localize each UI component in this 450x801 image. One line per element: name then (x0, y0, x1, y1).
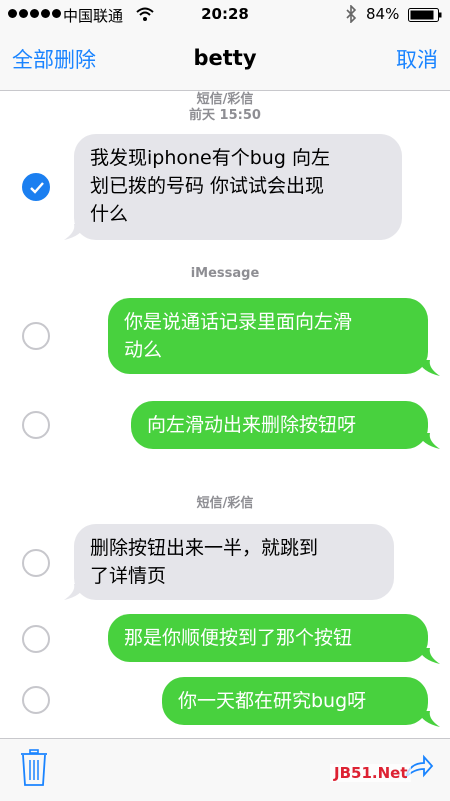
message-bubble-outgoing[interactable]: 你是说通话记录里面向左滑 动么 (108, 298, 428, 374)
message-text-line: 动么 (124, 339, 163, 361)
select-checkbox-message-4[interactable] (22, 549, 50, 577)
select-checkbox-message-3[interactable] (22, 411, 50, 439)
message-bubble-outgoing[interactable]: 向左滑动出来删除按钮呀 (131, 401, 428, 449)
select-checkbox-message-6[interactable] (22, 686, 50, 714)
message-text-line: 删除按钮出来一半，就跳到 (90, 537, 319, 559)
message-text-line: 我发现iphone有个bug 向左 (90, 147, 330, 169)
message-bubble-outgoing[interactable]: 你一天都在研究bug呀 (162, 677, 428, 725)
bluetooth-icon (346, 5, 357, 23)
checkmark-icon (30, 182, 44, 194)
imessage-label: iMessage (190, 266, 260, 281)
message-type-label: 短信/彩信 (196, 496, 254, 511)
select-checkbox-message-1[interactable] (22, 173, 50, 201)
message-text-line: 那是你顺便按到了那个按钮 (124, 627, 353, 649)
message-text-line: 划已拨的号码 你试试会出现 (90, 175, 325, 197)
cancel-button[interactable]: 取消 (396, 44, 438, 74)
message-text-line: 你是说通话记录里面向左滑 (124, 311, 353, 333)
select-checkbox-message-5[interactable] (22, 625, 50, 653)
message-bubble-incoming[interactable]: 删除按钮出来一半，就跳到 了详情页 (74, 524, 394, 600)
conversation-title: betty (193, 46, 257, 70)
trash-icon[interactable] (20, 749, 48, 787)
watermark: JB51.Net (330, 764, 412, 782)
message-text-line: 了详情页 (90, 565, 167, 587)
message-bubble-incoming[interactable]: 我发现iphone有个bug 向左 划已拨的号码 你试试会出现 什么 (74, 134, 402, 240)
status-bar: 中国联通 20:28 84% (0, 0, 450, 30)
message-text-line: 什么 (90, 203, 129, 225)
message-timestamp: 前天 15:50 (189, 108, 261, 123)
battery-icon (408, 8, 442, 22)
message-bubble-outgoing[interactable]: 那是你顺便按到了那个按钮 (108, 614, 428, 662)
message-text-line: 向左滑动出来删除按钮呀 (147, 414, 357, 436)
select-checkbox-message-2[interactable] (22, 322, 50, 350)
message-text-line: 你一天都在研究bug呀 (178, 690, 367, 712)
navigation-bar: 全部删除 betty 取消 (0, 30, 450, 91)
battery-percentage: 84% (366, 5, 400, 23)
bottom-toolbar: JB51.Net (0, 738, 450, 801)
